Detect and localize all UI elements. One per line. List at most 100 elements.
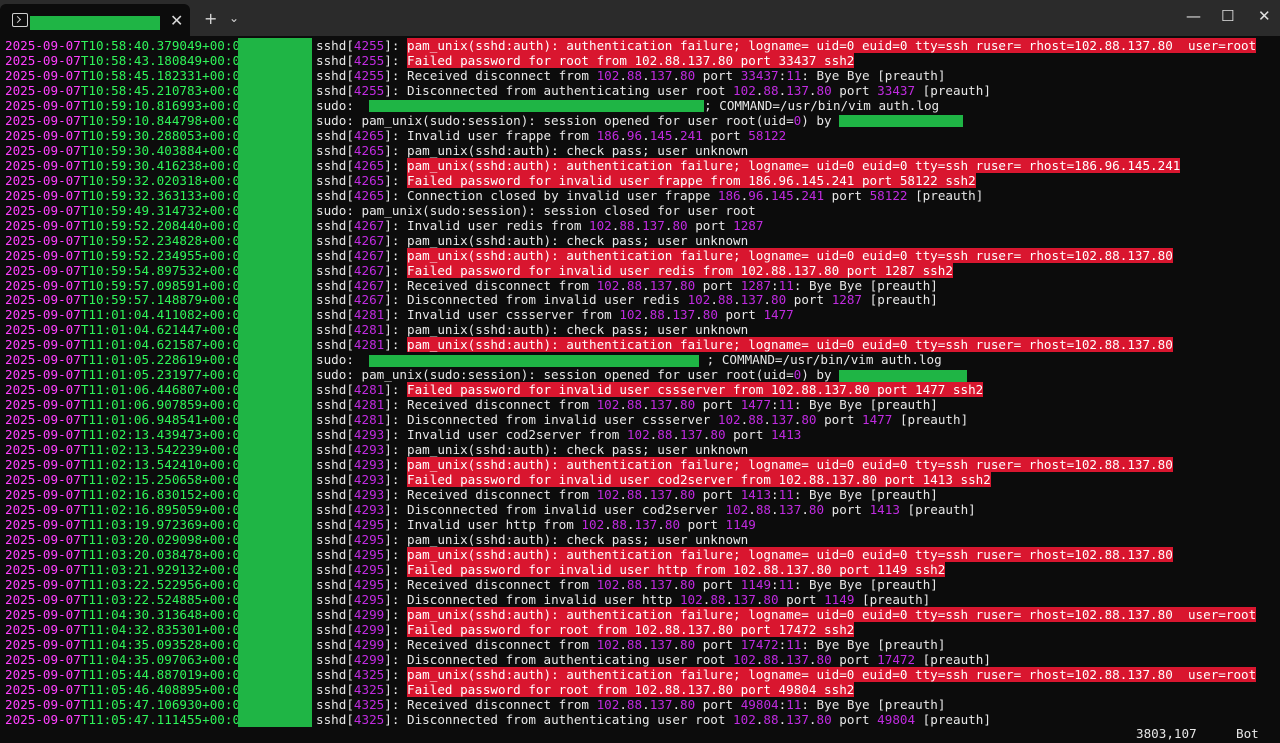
log-text: sshd[: [316, 247, 354, 263]
terminal-tab[interactable]: ✕: [0, 4, 190, 36]
log-text: .: [619, 277, 627, 293]
maximize-button[interactable]: ☐: [1221, 7, 1234, 25]
log-date: 2025-09-07: [5, 217, 81, 233]
log-text: ]:: [384, 561, 408, 577]
log-timestamp: 2025-09-07T11:02:15.250658+00:00: [5, 472, 248, 487]
log-number: 137: [649, 277, 673, 293]
log-text: .: [642, 696, 650, 712]
log-number: 4293: [353, 487, 385, 503]
log-number: 88: [626, 277, 643, 293]
log-text: : Bye Bye [preauth]: [793, 576, 938, 592]
terminal-icon: [12, 13, 28, 27]
log-text: ]:: [384, 337, 408, 353]
log-timestamp: 2025-09-07T11:02:16.895059+00:00: [5, 502, 248, 517]
log-message: sshd[4293]: Invalid user cod2server from…: [316, 427, 801, 442]
chevron-down-icon[interactable]: ⌄: [229, 11, 239, 25]
log-text: :: [771, 277, 779, 293]
log-time: T10:59:30.416238+00:00: [80, 157, 248, 173]
log-text: sshd[: [316, 532, 354, 547]
log-date: 2025-09-07: [5, 606, 81, 622]
log-number: 1149: [725, 517, 756, 533]
log-date: 2025-09-07: [5, 292, 81, 308]
log-date: 2025-09-07: [5, 382, 81, 398]
log-number: 137: [649, 636, 673, 652]
log-highlight: Failed password for root from 102.88.137…: [407, 52, 855, 68]
log-text: sshd[: [316, 442, 354, 458]
log-text: sshd[: [316, 457, 354, 473]
log-timestamp: 2025-09-07T11:03:21.929132+00:00: [5, 562, 248, 577]
log-text: sudo:: [316, 352, 370, 368]
hostname-redacted: [238, 217, 312, 233]
log-text: ]:: [384, 681, 408, 697]
log-message: sshd[4255]: Disconnected from authentica…: [316, 83, 991, 98]
log-text: sshd[: [316, 187, 354, 203]
log-text: sshd[: [316, 382, 354, 398]
log-time: T11:01:05.231977+00:00: [80, 367, 248, 383]
log-text: sshd[: [316, 322, 354, 338]
log-highlight: pam_unix(sshd:auth): authentication fail…: [407, 247, 1173, 263]
log-time: T11:05:46.408895+00:00: [80, 681, 248, 697]
new-tab-button[interactable]: +: [204, 9, 217, 28]
log-message: sshd[4265]: Failed password for invalid …: [316, 172, 976, 188]
log-number: 241: [680, 127, 703, 143]
log-number: 88: [619, 217, 635, 233]
log-text: sudo: pam_unix(sudo:session): session op…: [316, 367, 794, 383]
log-text: .: [801, 502, 809, 518]
log-date: 2025-09-07: [5, 337, 81, 353]
log-text: ]: Invalid user cod2server from: [384, 427, 627, 443]
log-date: 2025-09-07: [5, 561, 81, 577]
log-text: sshd[: [316, 472, 354, 488]
tab-close-button[interactable]: ✕: [170, 11, 183, 30]
log-number: 1149: [740, 576, 772, 592]
log-message: sshd[4295]: Failed password for invalid …: [316, 561, 946, 577]
redacted-block: [369, 354, 700, 367]
log-timestamp: 2025-09-07T11:01:04.621587+00:00: [5, 337, 248, 352]
log-message: sshd[4325]: Disconnected from authentica…: [316, 712, 991, 727]
hostname-redacted: [238, 367, 312, 383]
log-timestamp: 2025-09-07T11:04:35.097063+00:00: [5, 652, 248, 667]
log-time: T11:02:13.542239+00:00: [80, 442, 248, 458]
hostname-redacted: [238, 38, 312, 53]
log-timestamp: 2025-09-07T11:01:06.446807+00:00: [5, 382, 248, 397]
log-highlight: pam_unix(sshd:auth): authentication fail…: [407, 337, 1173, 353]
log-text: .: [619, 487, 627, 503]
log-number: 4281: [353, 337, 385, 353]
hostname-redacted: [238, 711, 312, 727]
log-text: .: [748, 502, 756, 518]
log-number: 137: [642, 217, 665, 233]
hostname-redacted: [238, 307, 312, 323]
log-text: .: [642, 277, 650, 293]
terminal-output[interactable]: 2025-09-07T10:58:40.379049+00:00 sshd[425…: [0, 38, 1280, 743]
log-number: 4255: [353, 82, 385, 98]
log-message: sshd[4267]: Failed password for invalid …: [316, 262, 953, 278]
log-text: port: [786, 292, 832, 308]
log-text: sudo:: [316, 97, 370, 113]
log-text: .: [642, 487, 650, 503]
log-text: port: [695, 277, 741, 293]
log-text: .: [808, 651, 817, 667]
log-date: 2025-09-07: [5, 127, 81, 143]
log-number: 11: [786, 636, 802, 652]
log-text: ]: pam_unix(sshd:auth): check pass; user…: [384, 532, 749, 547]
log-text: .: [763, 187, 771, 203]
log-date: 2025-09-07: [5, 97, 81, 113]
log-number: 241: [801, 187, 825, 203]
close-window-button[interactable]: ✕: [1258, 7, 1271, 25]
log-number: 137: [680, 427, 703, 443]
log-text: ; COMMAND=/usr/bin/vim auth.log: [704, 97, 940, 113]
log-text: sshd[: [316, 292, 354, 308]
log-text: sshd[: [316, 397, 354, 413]
log-text: [preauth]: [854, 591, 931, 607]
log-timestamp: 2025-09-07T10:59:57.148879+00:00: [5, 292, 248, 307]
log-timestamp: 2025-09-07T11:03:20.038478+00:00: [5, 547, 248, 562]
log-text: sshd[: [316, 502, 354, 518]
log-timestamp: 2025-09-07T10:59:30.403884+00:00: [5, 143, 248, 158]
log-number: 17472: [740, 636, 779, 652]
log-text: .: [672, 127, 681, 143]
log-number: 137: [672, 307, 696, 323]
log-number: 80: [680, 67, 696, 83]
log-message: sshd[4295]: Disconnected from invalid us…: [316, 592, 930, 607]
log-timestamp: 2025-09-07T11:05:47.111455+00:00: [5, 712, 248, 727]
minimize-button[interactable]: —: [1186, 7, 1201, 25]
log-number: 80: [680, 576, 696, 592]
